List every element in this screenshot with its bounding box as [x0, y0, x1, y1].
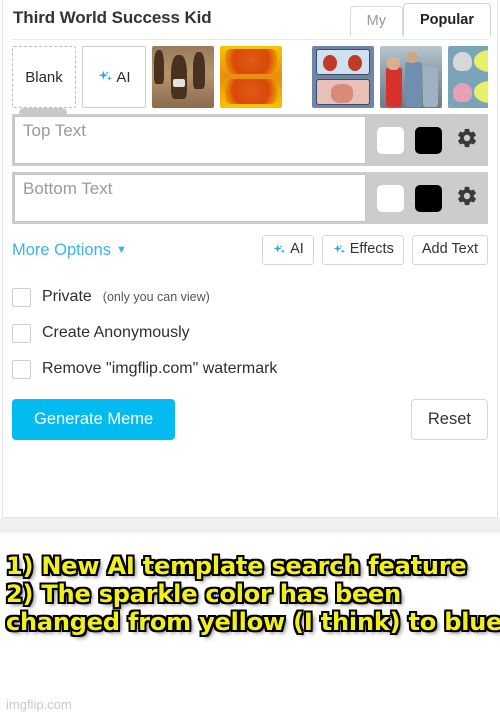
- template-thumbnail-monkey-puppet[interactable]: [448, 46, 488, 108]
- sparkle-icon: [332, 243, 347, 258]
- private-sublabel: (only you can view): [102, 290, 210, 304]
- generate-meme-button[interactable]: Generate Meme: [12, 399, 176, 440]
- option-buttons: AI Effects Add Text: [262, 235, 488, 265]
- top-text-row: [12, 114, 488, 166]
- template-tabs: My Popular: [349, 3, 491, 36]
- create-anonymously-label: Create Anonymously: [42, 324, 190, 341]
- remove-watermark-label: Remove "imgflip.com" watermark: [42, 360, 278, 377]
- meme-generator-card: Third World Success Kid My Popular Blank: [2, 0, 498, 518]
- create-anonymously-checkbox[interactable]: [12, 323, 31, 343]
- remove-watermark-checkbox[interactable]: [12, 359, 31, 379]
- sparkle-icon: [272, 243, 287, 258]
- sparkle-icon: [97, 69, 114, 86]
- tab-my[interactable]: My: [349, 6, 404, 36]
- meme-caption: 1) New AI template search feature 2) The…: [0, 552, 500, 636]
- caption-line-1: 1) New AI template search feature: [6, 552, 467, 580]
- reset-button[interactable]: Reset: [410, 399, 488, 440]
- caption-line-2: 2) The sparkle color has been: [6, 580, 401, 608]
- thumbnail-image: [152, 46, 214, 108]
- template-thumbnail-two-buttons[interactable]: [312, 46, 374, 108]
- imgflip-watermark: imgflip.com: [6, 697, 72, 712]
- template-ai-label: AI: [116, 68, 131, 86]
- template-blank-label: Blank: [25, 68, 63, 86]
- thumbnail-image: [380, 46, 442, 108]
- options-row: More Options ▼ AI Effects Add Text: [12, 234, 488, 266]
- gear-icon: [456, 185, 478, 212]
- template-strip-scrollbar[interactable]: [19, 108, 67, 117]
- private-label: Private: [42, 288, 92, 305]
- checkbox-group: Private (only you can view) Create Anony…: [12, 279, 488, 387]
- top-text-outline-color-swatch[interactable]: [377, 126, 404, 154]
- template-strip-container: Blank AI: [12, 46, 488, 117]
- top-text-settings-button[interactable]: [452, 125, 482, 155]
- thumbnail-image: [220, 46, 282, 108]
- bottom-text-row: [12, 172, 488, 224]
- checkbox-row-remove-watermark[interactable]: Remove "imgflip.com" watermark: [12, 351, 488, 387]
- template-thumbnail-distracted-boyfriend[interactable]: [380, 46, 442, 108]
- checkbox-row-create-anonymously[interactable]: Create Anonymously: [12, 315, 488, 351]
- bottom-text-settings-button[interactable]: [452, 183, 482, 213]
- template-strip[interactable]: Blank AI: [12, 46, 488, 110]
- footer-actions: Generate Meme Reset: [12, 399, 488, 440]
- template-blank-button[interactable]: Blank: [12, 46, 76, 108]
- thumbnail-image: [312, 46, 374, 108]
- top-text-fill-color-swatch[interactable]: [415, 126, 442, 154]
- generator-header: Third World Success Kid My Popular: [3, 0, 497, 40]
- ai-button[interactable]: AI: [262, 235, 314, 265]
- private-checkbox[interactable]: [12, 287, 31, 307]
- tab-popular[interactable]: Popular: [403, 3, 491, 36]
- effects-button-label: Effects: [349, 241, 394, 258]
- add-text-button-label: Add Text: [421, 241, 478, 258]
- template-ai-search-button[interactable]: AI: [82, 46, 146, 108]
- page-background-band: [0, 518, 500, 533]
- ai-button-label: AI: [290, 241, 304, 258]
- thumbnail-image: [448, 46, 488, 108]
- bottom-text-input[interactable]: [14, 174, 366, 222]
- template-thumbnail-third-world-success-kid[interactable]: [152, 46, 214, 108]
- gear-icon: [456, 127, 478, 154]
- effects-button[interactable]: Effects: [321, 235, 404, 265]
- top-text-input[interactable]: [14, 116, 366, 164]
- chevron-down-icon: ▼: [116, 243, 127, 256]
- bottom-text-fill-color-swatch[interactable]: [415, 184, 442, 212]
- header-divider: [12, 39, 488, 40]
- caption-line-3: changed from yellow (I think) to blue: [6, 608, 500, 636]
- page-title: Third World Success Kid: [13, 8, 212, 27]
- template-thumbnail-hide-the-pain-orange[interactable]: [220, 46, 282, 108]
- more-options-label: More Options: [12, 240, 112, 259]
- more-options-toggle[interactable]: More Options ▼: [12, 241, 127, 260]
- add-text-button[interactable]: Add Text: [411, 235, 488, 265]
- bottom-text-outline-color-swatch[interactable]: [377, 184, 404, 212]
- checkbox-row-private[interactable]: Private (only you can view): [12, 279, 488, 315]
